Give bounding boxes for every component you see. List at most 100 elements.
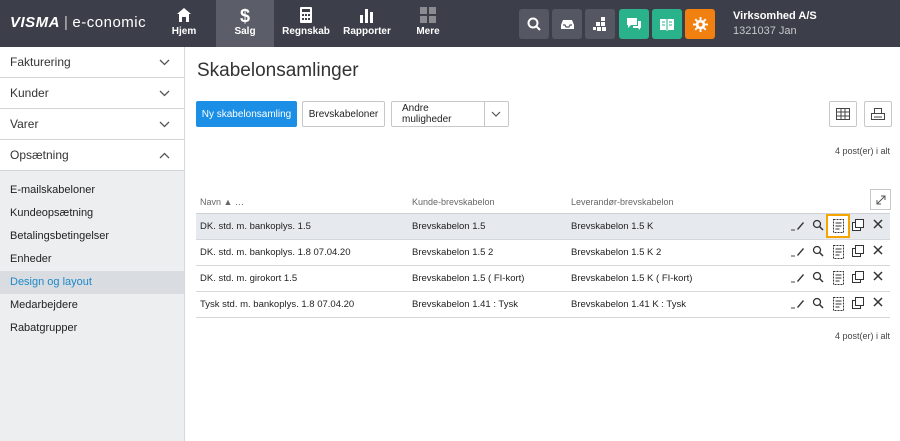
- close-icon[interactable]: [868, 268, 888, 288]
- inbox-button[interactable]: [552, 9, 582, 39]
- column-header-customer-template[interactable]: Kunde-brevskabelon: [408, 192, 567, 214]
- cell-name[interactable]: Tysk std. m. bankoplys. 1.8 07.04.20: [196, 291, 408, 318]
- edit-icon[interactable]: [788, 216, 808, 236]
- close-icon[interactable]: [868, 216, 888, 236]
- sidebar-section-invoicing[interactable]: Fakturering: [0, 47, 184, 78]
- home-icon: [155, 0, 213, 24]
- table-row[interactable]: Tysk std. m. bankoplys. 1.8 07.04.20 Brev…: [196, 291, 890, 318]
- copy-icon[interactable]: [848, 216, 868, 236]
- preview-icon[interactable]: [826, 214, 850, 238]
- nav-tab-sales[interactable]: $ Salg: [216, 0, 274, 47]
- search-icon: [527, 17, 541, 31]
- printer-icon: [871, 107, 885, 120]
- cell-name[interactable]: DK. std. m. bankoplys. 1.8 07.04.20: [196, 239, 408, 266]
- nav-tab-accounting[interactable]: Regnskab: [277, 0, 335, 47]
- chevron-up-icon: [159, 152, 170, 158]
- preview-icon[interactable]: [828, 242, 848, 262]
- nav-tab-reports[interactable]: Rapporter: [338, 0, 396, 47]
- table-row[interactable]: DK. std. m. bankoplys. 1.5 Brevskabelon 1…: [196, 213, 890, 240]
- chevron-down-icon: [159, 59, 170, 65]
- company-user: 1321037 Jan: [733, 25, 797, 37]
- record-count-top: 4 post(er) i alt: [834, 146, 890, 156]
- sidebar-item-customer-setup[interactable]: Kundeopsætning: [0, 202, 184, 225]
- cell-supplier-template: Brevskabelon 1.5 K 2: [567, 239, 777, 266]
- chevron-down-icon: [159, 90, 170, 96]
- search-icon[interactable]: [808, 242, 828, 262]
- sidebar-item-discount-groups[interactable]: Rabatgrupper: [0, 317, 184, 340]
- search-icon[interactable]: [808, 216, 828, 236]
- cell-name[interactable]: DK. std. m. girokort 1.5: [196, 265, 408, 292]
- column-header-supplier-template[interactable]: Leverandør-brevskabelon: [567, 192, 777, 214]
- sidebar-section-products[interactable]: Varer: [0, 109, 184, 140]
- chat-icon: [627, 18, 641, 30]
- settings-button[interactable]: [685, 9, 715, 39]
- row-actions: [777, 265, 890, 292]
- calculator-icon: [277, 0, 335, 24]
- cell-customer-template: Brevskabelon 1.41 : Tysk: [408, 291, 567, 318]
- cell-name[interactable]: DK. std. m. bankoplys. 1.5: [196, 213, 408, 240]
- gear-icon: [692, 16, 708, 32]
- row-actions: [777, 291, 890, 318]
- search-icon[interactable]: [808, 268, 828, 288]
- apps-button[interactable]: [585, 9, 615, 39]
- preview-icon[interactable]: [828, 294, 848, 314]
- setup-submenu: E-mailskabeloner Kundeopsætning Betaling…: [0, 171, 184, 340]
- chat-button[interactable]: [619, 9, 649, 39]
- apps-icon: [593, 17, 606, 31]
- sidebar-item-design-layout[interactable]: Design og layout: [0, 271, 184, 294]
- edit-icon[interactable]: [788, 242, 808, 262]
- sort-ascending-icon: ▲: [223, 197, 233, 208]
- top-navigation-bar: VISMA | e-conomic Hjem $ Salg Regnskab Rap…: [0, 0, 900, 47]
- copy-icon[interactable]: [848, 242, 868, 262]
- table-row[interactable]: DK. std. m. girokort 1.5 Brevskabelon 1.5…: [196, 265, 890, 292]
- chevron-down-icon: [483, 102, 508, 126]
- print-button[interactable]: [864, 101, 892, 127]
- column-settings-button[interactable]: [829, 101, 857, 127]
- preview-icon[interactable]: [828, 268, 848, 288]
- help-book-button[interactable]: [652, 9, 682, 39]
- sidebar-section-setup[interactable]: Opsætning: [0, 140, 184, 171]
- nav-tab-home[interactable]: Hjem: [155, 0, 213, 47]
- nav-tab-more[interactable]: Mere: [399, 0, 457, 47]
- table-row[interactable]: DK. std. m. bankoplys. 1.8 07.04.20 Brevs…: [196, 239, 890, 266]
- company-name: Virksomhed A/S: [733, 10, 817, 22]
- visma-logo[interactable]: VISMA | e-conomic: [10, 14, 146, 31]
- bar-chart-icon: [338, 0, 396, 24]
- template-collections-table: Navn ▲ … Kunde-brevskabelon Leverandør-b…: [196, 192, 890, 318]
- main-content: Skabelonsamlinger Ny skabelonsamling Bre…: [185, 47, 900, 441]
- edit-icon[interactable]: [788, 268, 808, 288]
- row-actions: [777, 239, 890, 266]
- grid-icon: [399, 0, 457, 24]
- close-icon[interactable]: [868, 294, 888, 314]
- inbox-icon: [560, 19, 574, 29]
- letter-templates-button[interactable]: Brevskabeloner: [302, 101, 385, 127]
- cell-supplier-template: Brevskabelon 1.5 K: [567, 213, 777, 240]
- column-options[interactable]: …: [235, 197, 244, 207]
- table-header-row: Navn ▲ … Kunde-brevskabelon Leverandør-b…: [196, 192, 890, 214]
- record-count-bottom: 4 post(er) i alt: [834, 331, 890, 341]
- search-icon[interactable]: [808, 294, 828, 314]
- sidebar-item-employees[interactable]: Medarbejdere: [0, 294, 184, 317]
- other-options-dropdown[interactable]: Andre muligheder: [391, 101, 509, 127]
- column-header-name[interactable]: Navn ▲ …: [196, 192, 408, 214]
- cell-customer-template: Brevskabelon 1.5: [408, 213, 567, 240]
- sidebar-item-units[interactable]: Enheder: [0, 248, 184, 271]
- copy-icon[interactable]: [848, 268, 868, 288]
- chevron-down-icon: [159, 121, 170, 127]
- close-icon[interactable]: [868, 242, 888, 262]
- column-header-actions: [777, 192, 890, 214]
- new-template-collection-button[interactable]: Ny skabelonsamling: [196, 101, 297, 127]
- edit-icon[interactable]: [788, 294, 808, 314]
- page-title: Skabelonsamlinger: [197, 60, 359, 81]
- book-icon: [660, 18, 674, 31]
- copy-icon[interactable]: [848, 294, 868, 314]
- cell-customer-template: Brevskabelon 1.5 ( FI-kort): [408, 265, 567, 292]
- sidebar-item-email-templates[interactable]: E-mailskabeloner: [0, 179, 184, 202]
- cell-customer-template: Brevskabelon 1.5 2: [408, 239, 567, 266]
- search-button[interactable]: [519, 9, 549, 39]
- company-switcher[interactable]: Virksomhed A/S 1321037 Jan: [733, 10, 817, 37]
- table-icon: [836, 108, 850, 120]
- sidebar-section-customers[interactable]: Kunder: [0, 78, 184, 109]
- sidebar-item-payment-terms[interactable]: Betalingsbetingelser: [0, 225, 184, 248]
- cell-supplier-template: Brevskabelon 1.5 K ( FI-kort): [567, 265, 777, 292]
